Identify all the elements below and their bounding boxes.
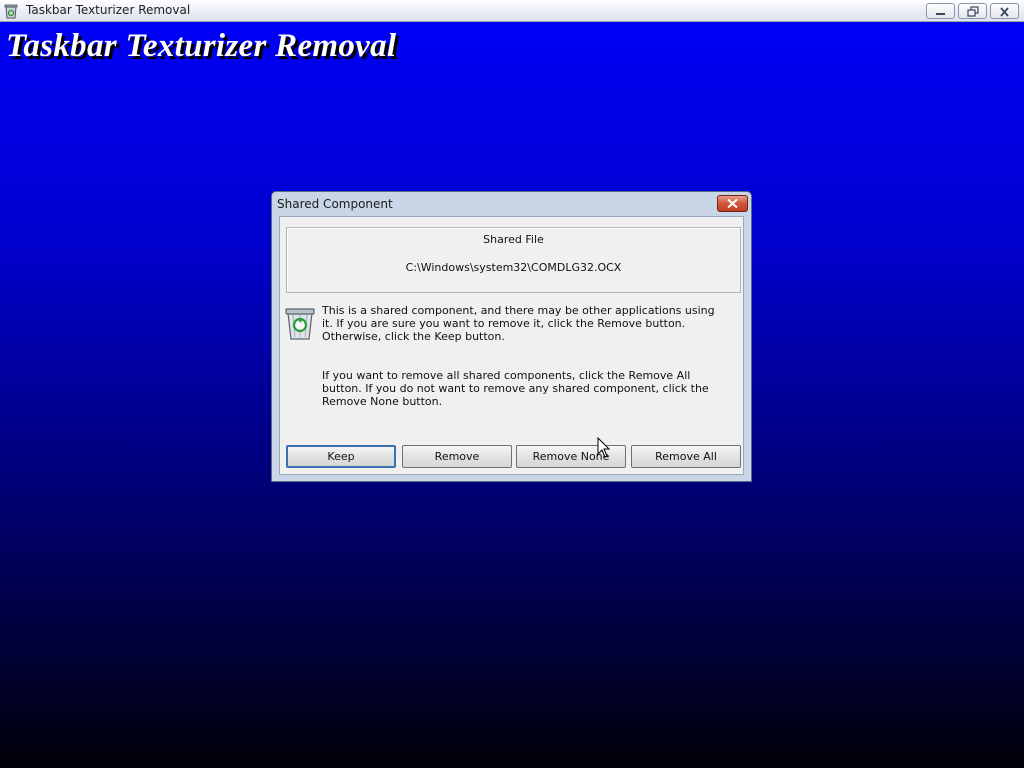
dialog-title-bar[interactable]: Shared Component (272, 192, 751, 215)
recycle-bin-icon (285, 308, 315, 340)
shared-file-group: Shared File C:\Windows\system32\COMDLG32… (286, 227, 741, 293)
close-icon (727, 198, 738, 209)
remove-all-none-message: If you want to remove all shared compone… (322, 369, 709, 408)
dialog-close-button[interactable] (717, 195, 748, 212)
restore-button[interactable] (958, 3, 987, 19)
close-icon (1000, 7, 1009, 17)
shared-file-path: C:\Windows\system32\COMDLG32.OCX (405, 261, 622, 274)
dialog-title: Shared Component (277, 197, 393, 211)
minimize-button[interactable] (926, 3, 955, 19)
dialog-body: Shared File C:\Windows\system32\COMDLG32… (279, 216, 744, 475)
shared-component-message: This is a shared component, and there ma… (322, 304, 715, 343)
shared-file-label: Shared File (483, 233, 544, 246)
shared-component-dialog: Shared Component Shared File C:\Windows\… (271, 191, 752, 482)
app-window: Taskbar Texturizer Removal Taskbar Textu… (0, 0, 1024, 768)
keep-button[interactable]: Keep (286, 445, 396, 468)
remove-button[interactable]: Remove (402, 445, 512, 468)
mouse-cursor-icon (597, 437, 611, 458)
remove-all-button[interactable]: Remove All (631, 445, 741, 468)
main-title-bar: Taskbar Texturizer Removal (0, 0, 1024, 22)
setup-heading: Taskbar Texturizer Removal (6, 28, 397, 64)
minimize-icon (936, 13, 945, 15)
main-window-title: Taskbar Texturizer Removal (26, 3, 191, 17)
restore-icon (967, 6, 979, 17)
recycle-bin-icon (4, 4, 18, 19)
close-window-button[interactable] (990, 3, 1019, 19)
